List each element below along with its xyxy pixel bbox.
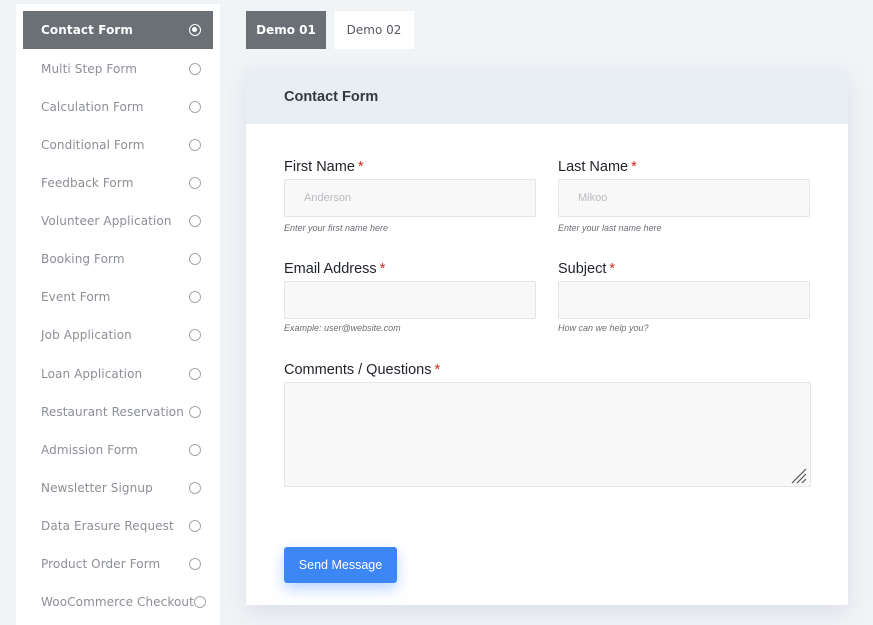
form-title: Contact Form [284,88,379,105]
resize-grip-icon[interactable] [790,467,807,484]
sidebar-item-label: Multi Step Form [41,62,138,76]
required-mark: * [357,159,364,175]
radio-icon [189,368,201,380]
radio-icon [189,63,201,75]
sidebar-item-contact-form[interactable]: Contact Form [23,11,213,49]
last-name-label: Last Name * [558,159,637,175]
subject-label: Subject * [558,261,615,277]
sidebar-item-label: Volunteer Application [41,214,172,228]
tab-demo-02[interactable]: Demo 02 [334,11,414,49]
radio-selected-icon [189,24,201,36]
subject-label-text: Subject [558,261,607,277]
tab-demo-01[interactable]: Demo 01 [246,11,326,49]
subject-hint: How can we help you? [558,323,649,333]
sidebar-item-label: Data Erasure Request [41,519,174,533]
sidebar-item-label: Feedback Form [41,176,134,190]
last-name-label-text: Last Name [558,159,629,175]
email-label-text: Email Address [284,261,377,277]
email-label: Email Address * [284,261,385,277]
required-mark: * [434,362,441,378]
sidebar-item-loan-application[interactable]: Loan Application [23,355,213,393]
sidebar-item-label: WooCommerce Checkout [41,595,194,609]
sidebar-item-label: Booking Form [41,252,125,266]
sidebar-item-conditional-form[interactable]: Conditional Form [23,126,213,164]
email-hint: Example: user@website.com [284,323,401,333]
sidebar-item-product-order-form[interactable]: Product Order Form [23,545,213,583]
required-mark: * [631,159,637,175]
sidebar-item-label: Loan Application [41,367,143,381]
subject-input[interactable] [558,281,810,319]
email-input[interactable] [284,281,536,319]
first-name-input[interactable] [284,179,536,217]
radio-icon [189,520,201,532]
required-mark: * [379,261,386,277]
comments-label: Comments / Questions * [284,362,440,378]
radio-icon [189,177,201,189]
radio-icon [193,596,206,608]
first-name-hint: Enter your first name here [284,223,389,233]
required-mark: * [609,261,616,277]
comments-textarea[interactable] [284,382,811,487]
radio-icon [189,406,201,418]
radio-icon [189,558,201,570]
sidebar-item-label: Admission Form [41,443,138,457]
radio-icon [189,139,201,151]
radio-icon [189,482,201,494]
radio-icon [189,444,201,456]
sidebar-item-multi-step-form[interactable]: Multi Step Form [23,50,213,88]
sidebar-item-label: Newsletter Signup [41,481,153,495]
sidebar-item-job-application[interactable]: Job Application [23,316,213,354]
sidebar-item-feedback-form[interactable]: Feedback Form [23,164,213,202]
first-name-label: First Name * [284,159,364,175]
comments-label-text: Comments / Questions [284,362,432,378]
sidebar-item-label: Event Form [41,290,111,304]
sidebar-item-label: Job Application [41,328,132,342]
sidebar-item-label: Conditional Form [41,138,145,152]
sidebar-item-newsletter-signup[interactable]: Newsletter Signup [23,469,213,507]
sidebar-item-label: Product Order Form [41,557,161,571]
sidebar-item-restaurant-reservation[interactable]: Restaurant Reservation [23,393,213,431]
send-message-button[interactable]: Send Message [284,547,397,583]
radio-icon [189,291,201,303]
contact-form-panel: Contact Form First Name* Enter your firs… [246,69,848,605]
sidebar-item-data-erasure-request[interactable]: Data Erasure Request [23,507,213,545]
sidebar-item-label: Restaurant Reservation [41,405,184,419]
form-type-sidebar: Contact Form Multi Step Form Calculation… [16,4,220,625]
radio-icon [189,253,201,265]
sidebar-item-woocommerce-checkout[interactable]: WooCommerce Checkout [23,583,213,621]
first-name-label-text: First Name [284,159,355,175]
last-name-input[interactable] [558,179,810,217]
radio-icon [189,101,201,113]
panel-header: Contact Form [246,69,848,124]
sidebar-item-label: Contact Form [41,23,134,37]
radio-icon [189,215,201,227]
sidebar-item-booking-form[interactable]: Booking Form [23,240,213,278]
last-name-hint: Enter your last name here [558,223,662,233]
sidebar-item-event-form[interactable]: Event Form [23,278,213,316]
sidebar-item-admission-form[interactable]: Admission Form [23,431,213,469]
sidebar-item-volunteer-application[interactable]: Volunteer Application [23,202,213,240]
radio-icon [189,329,201,341]
sidebar-item-label: Calculation Form [41,100,144,114]
sidebar-item-calculation-form[interactable]: Calculation Form [23,88,213,126]
